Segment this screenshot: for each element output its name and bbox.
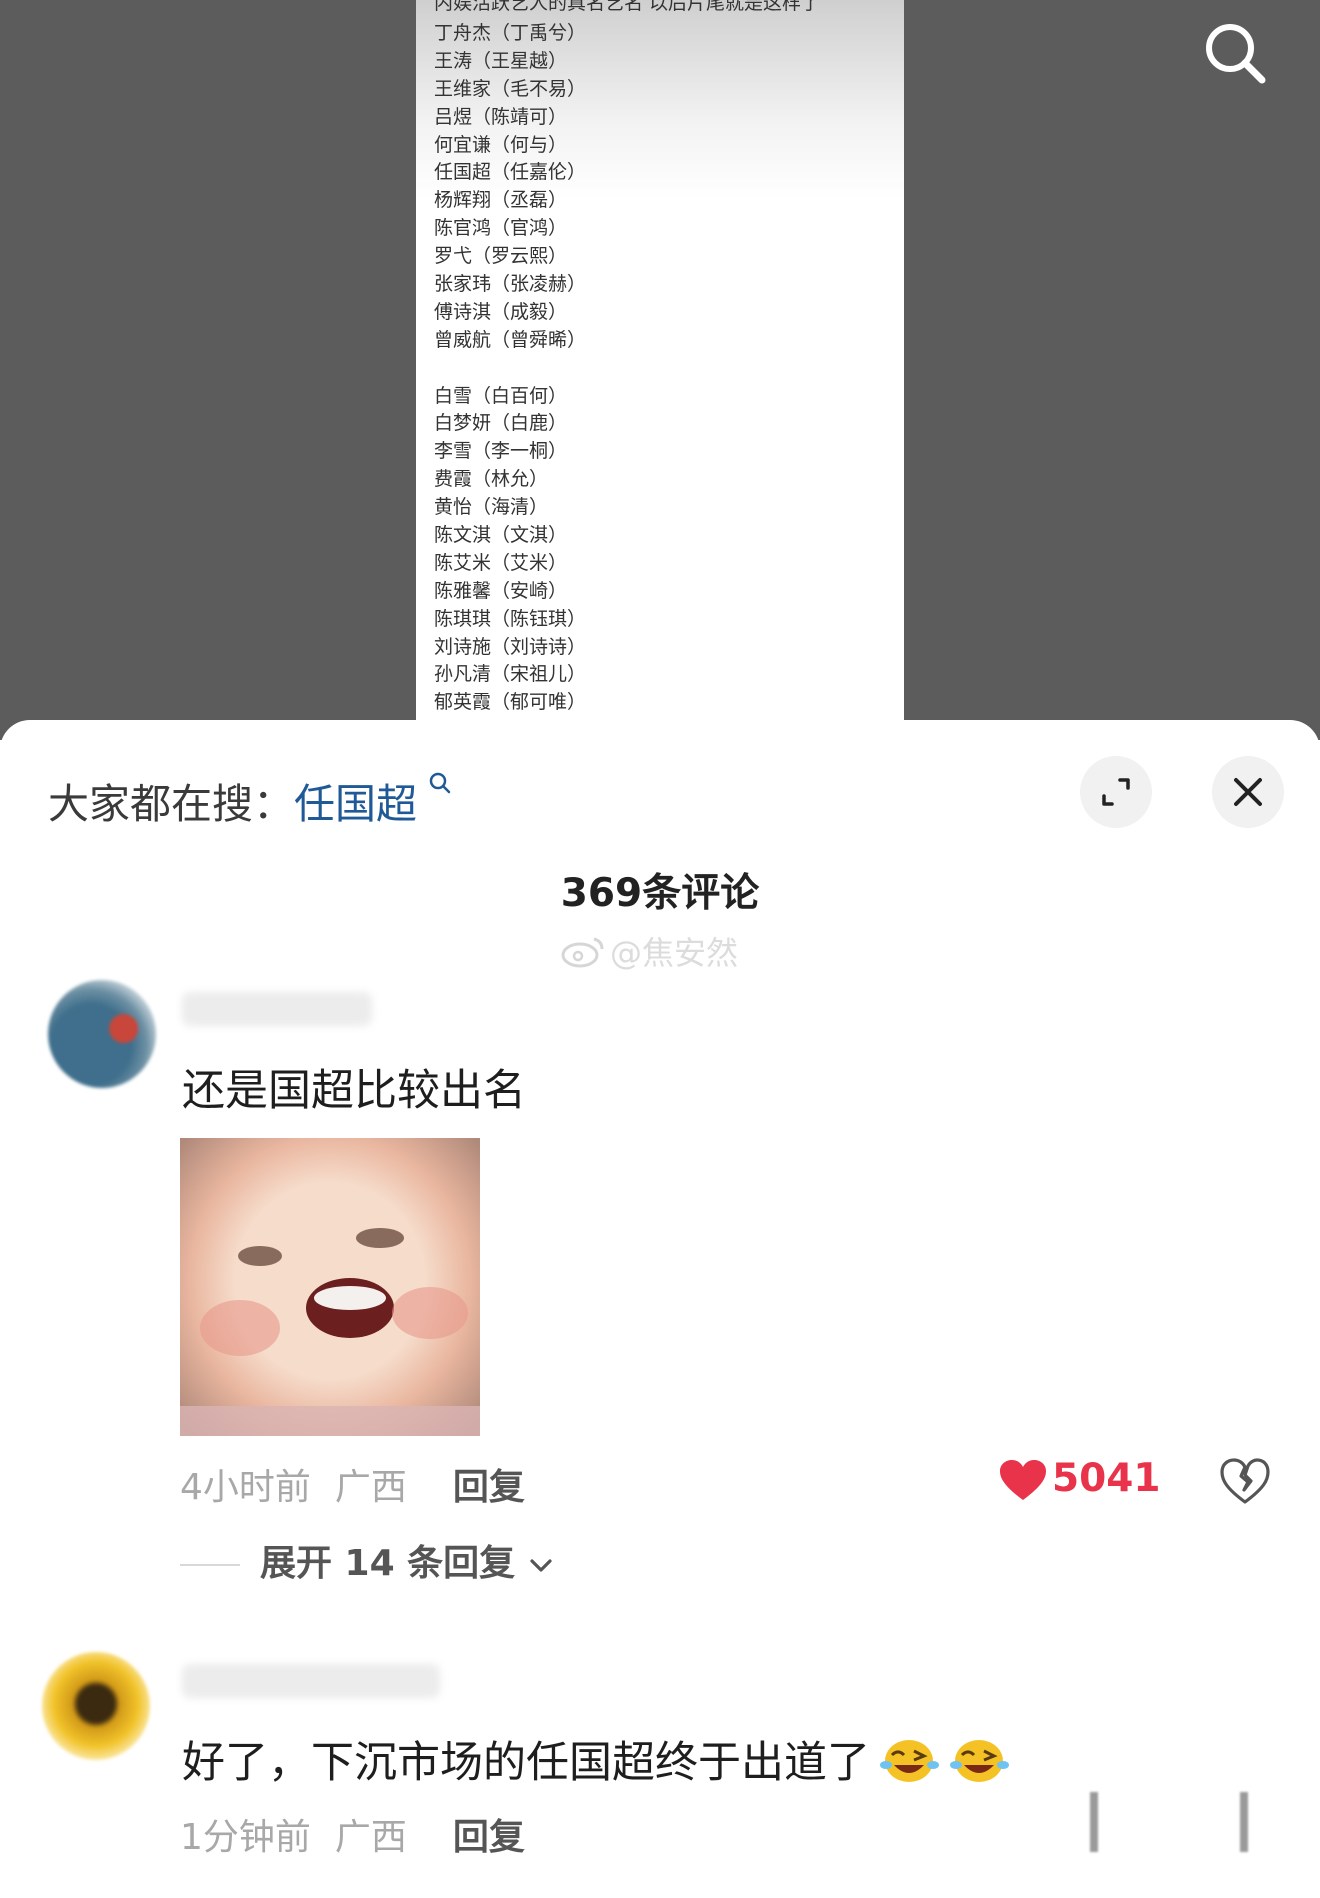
divider — [180, 1564, 240, 1566]
heart-icon — [1000, 1459, 1046, 1500]
comment-text-content: 好了，下沉市场的任国超终于出道了 — [182, 1738, 870, 1788]
list-item: 任国超（任嘉伦） — [434, 161, 587, 184]
weibo-logo-icon — [560, 933, 606, 977]
list-item: 陈文淇（文淇） — [434, 524, 568, 547]
reply-button[interactable]: 回复 — [453, 1817, 525, 1858]
list-item: 何宜谦（何与） — [434, 133, 568, 156]
list-item: 李雪（李一桐） — [434, 440, 568, 463]
list-item: 王涛（王星越） — [434, 49, 568, 72]
username-blurred[interactable] — [182, 992, 372, 1026]
list-item: 王维家（毛不易） — [434, 77, 587, 100]
reply-button[interactable]: 回复 — [453, 1467, 525, 1508]
blurred-icon — [1090, 1792, 1098, 1852]
list-item: 费霞（林允） — [434, 468, 549, 491]
list-item: 白梦妍（白鹿） — [434, 412, 568, 435]
comment-count: 369条评论 — [560, 871, 760, 916]
video-area[interactable]: 内娱活跃艺人的真名艺名 以后片尾就是这样了 丁舟杰（丁禹兮） 王涛（王星越） 王… — [0, 0, 1320, 740]
expand-replies-button[interactable]: 展开 14 条回复 — [180, 1534, 554, 1586]
names-list: 丁舟杰（丁禹兮） 王涛（王星越） 王维家（毛不易） 吕煜（陈靖可） 何宜谦（何与… — [434, 20, 586, 717]
comment-location: 广西 — [334, 1817, 407, 1858]
expand-replies-label: 展开 14 条回复 — [260, 1543, 516, 1584]
laughing-emoji-icon — [878, 1735, 940, 1796]
username-blurred[interactable] — [182, 1664, 440, 1698]
list-item: 孙凡清（宋祖儿） — [434, 663, 587, 686]
like-count: 5041 — [1052, 1456, 1161, 1501]
blurred-icon — [1240, 1792, 1248, 1852]
watermark: @焦安然 — [560, 928, 738, 977]
laughing-emoji-icon — [948, 1735, 1010, 1796]
list-item: 白雪（白百何） — [434, 384, 568, 407]
list-item: 陈官鸿（官鸿） — [434, 217, 568, 240]
list-item: 杨辉翔（丞磊） — [434, 189, 568, 212]
comment-text: 还是国超比较出名 — [182, 1066, 526, 1116]
chevron-down-icon — [528, 1543, 554, 1584]
hot-search-keyword[interactable]: 任国超 — [294, 780, 417, 828]
list-item: 黄怡（海清） — [434, 496, 549, 519]
list-item: 陈艾米（艾米） — [434, 551, 568, 574]
list-item: 郁英霞（郁可唯） — [434, 691, 587, 714]
list-gap — [434, 355, 586, 383]
search-icon[interactable] — [1200, 18, 1270, 88]
comment-location: 广西 — [334, 1467, 407, 1508]
expand-icon[interactable] — [1080, 756, 1152, 828]
close-icon[interactable] — [1212, 756, 1284, 828]
note-image: 内娱活跃艺人的真名艺名 以后片尾就是这样了 丁舟杰（丁禹兮） 王涛（王星越） 王… — [416, 0, 904, 740]
broken-heart-icon[interactable] — [1218, 1454, 1272, 1508]
avatar[interactable] — [48, 980, 156, 1088]
list-item: 吕煜（陈靖可） — [434, 105, 568, 128]
list-item: 陈琪琪（陈钰琪） — [434, 607, 587, 630]
comment-time: 4小时前 — [180, 1467, 311, 1508]
list-item: 丁舟杰（丁禹兮） — [434, 22, 587, 44]
comment-sticker-image[interactable] — [180, 1138, 480, 1436]
list-item: 陈雅馨（安崎） — [434, 579, 568, 602]
comment-sheet: 大家都在搜：任国超 369条评论 @焦安然 还是国超比较出名 4小时前 广西 回… — [0, 720, 1320, 1898]
watermark-text: @焦安然 — [610, 934, 739, 972]
list-item: 张家玮（张凌赫） — [434, 273, 587, 296]
comment-text: 好了，下沉市场的任国超终于出道了 — [182, 1728, 1010, 1796]
like-button[interactable]: 5041 — [1000, 1456, 1161, 1502]
list-item: 曾威航（曾舜晞） — [434, 328, 587, 351]
list-item: 傅诗淇（成毅） — [434, 300, 568, 323]
search-small-icon — [421, 772, 452, 809]
hot-search-label: 大家都在搜： — [48, 780, 294, 828]
hot-search[interactable]: 大家都在搜：任国超 — [48, 770, 452, 830]
list-item: 罗弋（罗云熙） — [434, 245, 568, 268]
avatar[interactable] — [42, 1652, 150, 1760]
note-title: 内娱活跃艺人的真名艺名 以后片尾就是这样了 — [434, 0, 821, 14]
list-item: 刘诗施（刘诗诗） — [434, 635, 587, 658]
comment-meta: 1分钟前 广西 回复 — [180, 1808, 525, 1860]
comment-meta: 4小时前 广西 回复 — [180, 1458, 525, 1510]
comment-time: 1分钟前 — [180, 1817, 311, 1858]
